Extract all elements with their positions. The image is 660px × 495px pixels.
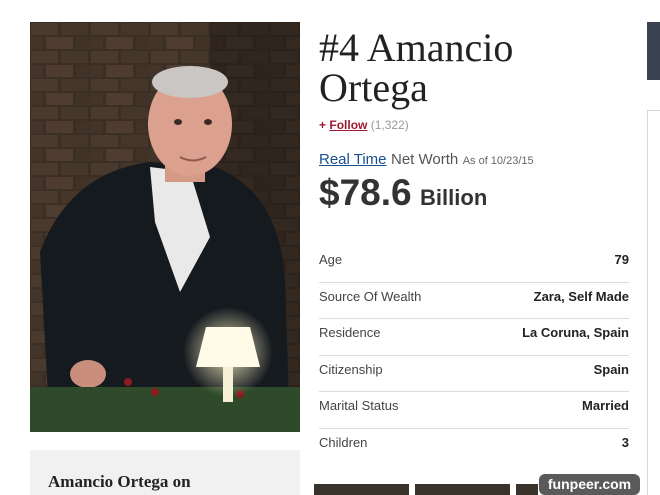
stats-table: Age 79 Source Of Wealth Zara, Self Made … — [319, 246, 629, 465]
thumbnail[interactable] — [415, 484, 510, 495]
stat-row-residence: Residence La Coruna, Spain — [319, 319, 629, 356]
thumbnail[interactable] — [314, 484, 409, 495]
stat-value: 3 — [621, 434, 629, 450]
stat-value: 79 — [614, 252, 629, 267]
stat-label: Age — [319, 252, 343, 267]
follow-row: + Follow (1,322) — [319, 118, 409, 132]
stat-label: Marital Status — [319, 398, 399, 414]
side-panel-border — [647, 110, 648, 495]
follow-link[interactable]: Follow — [329, 118, 367, 132]
net-worth-unit: Billion — [420, 185, 488, 210]
real-time-link[interactable]: Real Time — [319, 151, 387, 168]
side-thumbnail[interactable] — [647, 22, 660, 80]
stat-row-citizenship: Citizenship Spain — [319, 356, 629, 393]
thumbnail[interactable] — [516, 484, 538, 495]
stat-value: La Coruna, Spain — [522, 325, 629, 341]
profile-photo — [30, 22, 300, 432]
stat-label: Residence — [319, 325, 381, 341]
as-of-date: As of 10/23/15 — [462, 155, 534, 167]
stat-row-marital-status: Marital Status Married — [319, 392, 629, 429]
related-articles-box: Amancio Ortega on — [30, 450, 300, 495]
profile-name-heading: #4 Amancio Ortega — [319, 28, 619, 108]
stat-row-age: Age 79 — [319, 246, 629, 283]
net-worth-amount: $78.6 — [319, 172, 412, 213]
side-panel-border — [647, 110, 660, 111]
portrait-illustration — [30, 22, 300, 432]
net-worth-label: Net Worth — [390, 151, 459, 168]
related-title: Amancio Ortega on — [48, 472, 191, 491]
net-worth-header: Real Time Net Worth As of 10/23/15 — [319, 151, 534, 169]
stat-value: Married — [582, 398, 629, 414]
stat-row-source-of-wealth: Source Of Wealth Zara, Self Made — [319, 283, 629, 320]
plus-icon[interactable]: + — [319, 118, 326, 132]
stat-value: Spain — [593, 361, 629, 377]
net-worth-value: $78.6 Billion — [319, 172, 487, 214]
follower-count: (1,322) — [370, 118, 409, 132]
stat-label: Source Of Wealth — [319, 288, 422, 304]
stat-row-children: Children 3 — [319, 429, 629, 465]
stat-value: Zara, Self Made — [533, 288, 629, 304]
stat-label: Citizenship — [319, 361, 383, 377]
rank: #4 — [319, 25, 359, 70]
watermark: funpeer.com — [539, 474, 640, 495]
stat-label: Children — [319, 434, 368, 450]
